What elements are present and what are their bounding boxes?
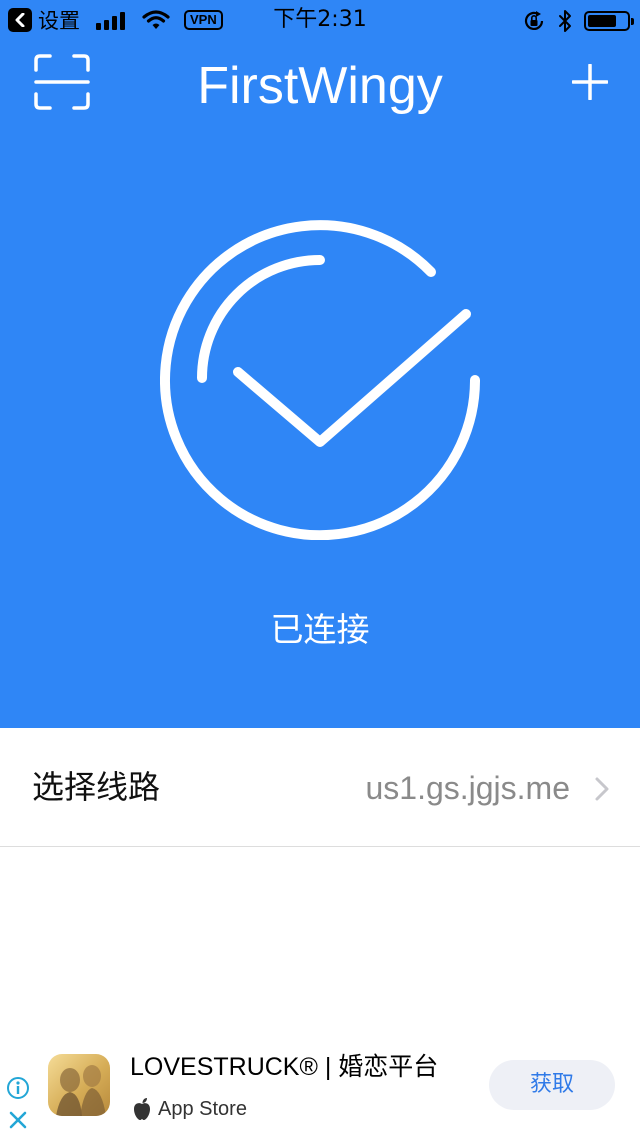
ad-app-icon[interactable] <box>48 1054 110 1116</box>
app-title: FirstWingy <box>197 57 443 115</box>
ad-info-icon[interactable] <box>6 1076 30 1100</box>
orientation-lock-icon <box>524 11 544 30</box>
route-select-row[interactable]: 选择线路 us1.gs.jgjs.me <box>0 728 640 847</box>
ad-store-label: App Store <box>158 1097 247 1120</box>
chevron-right-icon <box>595 777 609 801</box>
route-value: us1.gs.jgjs.me <box>365 770 570 806</box>
ad-store: App Store <box>132 1094 247 1124</box>
ad-banner[interactable]: LOVESTRUCK® | 婚恋平台 App Store 获取 <box>0 1040 640 1136</box>
route-label: 选择线路 <box>32 768 161 806</box>
ad-close-icon[interactable] <box>8 1110 28 1130</box>
status-bar-right <box>522 8 634 34</box>
bluetooth-icon <box>559 10 571 32</box>
ad-title[interactable]: LOVESTRUCK® | 婚恋平台 <box>130 1050 438 1084</box>
plus-icon[interactable] <box>572 64 608 100</box>
check-circle-icon[interactable] <box>160 220 480 540</box>
battery-icon <box>584 11 634 31</box>
status-bar: 设置 VPN 下午2:31 <box>0 0 640 40</box>
apple-logo-icon <box>134 1098 150 1120</box>
connection-status-text: 已连接 <box>270 610 370 649</box>
ad-get-button[interactable]: 获取 <box>489 1060 615 1110</box>
